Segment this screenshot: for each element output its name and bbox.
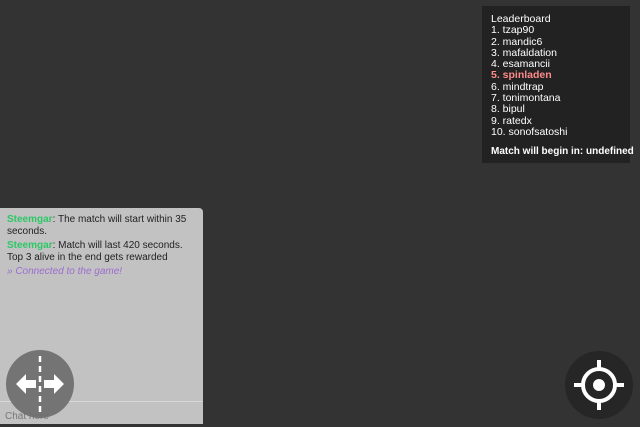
chat-sender: Steemgar [7,214,53,225]
leaderboard-entry: 8. bipul [491,103,525,116]
chat-system-message: » Connected to the game! [7,266,123,277]
target-button[interactable] [565,351,633,419]
game-canvas[interactable]: Leaderboard 1. tzap90 2. mandic6 3. mafa… [0,0,640,427]
chat-sender: Steemgar [7,240,53,251]
leaderboard-entry: 1. tzap90 [491,24,535,37]
split-arrows-icon [16,356,64,412]
match-countdown: Match will begin in: undefined [491,146,634,158]
chat-message-list: Steemgar: The match will start within 35… [0,208,203,278]
leaderboard-list: 1. tzap90 2. mandic6 3. mafaldation 4. e… [491,24,630,138]
leaderboard-entry: 10. sonofsatoshi [491,125,568,138]
crosshair-icon [574,360,624,410]
leaderboard: Leaderboard 1. tzap90 2. mandic6 3. mafa… [482,6,634,163]
split-button[interactable] [6,350,74,418]
chat-message: Steemgar: The match will start within 35… [7,214,195,237]
chat-message: Steemgar: Match will last 420 seconds. T… [7,240,195,263]
